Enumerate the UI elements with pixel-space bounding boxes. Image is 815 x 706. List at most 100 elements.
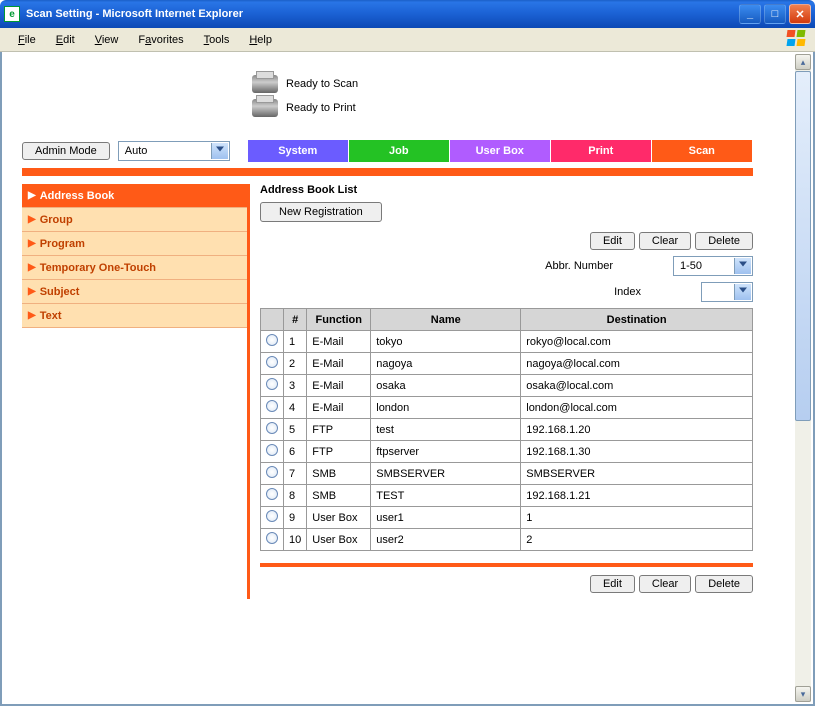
admin-mode-button[interactable]: Admin Mode: [22, 142, 110, 160]
cell-destination: 2: [521, 529, 753, 551]
device-status-block: Ready to Scan Ready to Print: [252, 72, 773, 120]
print-status-text: Ready to Print: [286, 102, 356, 114]
edit-button-bottom[interactable]: Edit: [590, 575, 635, 593]
menu-tools[interactable]: Tools: [194, 32, 240, 48]
nav-tab-job[interactable]: Job: [349, 140, 450, 162]
window-titlebar: e Scan Setting - Microsoft Internet Expl…: [0, 0, 815, 28]
cell-number: 5: [284, 419, 307, 441]
window-title: Scan Setting - Microsoft Internet Explor…: [26, 8, 739, 20]
row-radio[interactable]: [266, 444, 278, 456]
window-maximize-button[interactable]: □: [764, 4, 786, 24]
cell-destination: 192.168.1.21: [521, 485, 753, 507]
cell-number: 6: [284, 441, 307, 463]
cell-select: [261, 485, 284, 507]
cell-select: [261, 463, 284, 485]
clear-button-bottom[interactable]: Clear: [639, 575, 691, 593]
triangle-icon: ▶: [28, 190, 36, 201]
row-radio[interactable]: [266, 532, 278, 544]
sidebar-item-label: Group: [40, 214, 73, 226]
row-radio[interactable]: [266, 466, 278, 478]
sidebar-item-address-book[interactable]: ▶Address Book: [22, 184, 247, 208]
table-row: 8SMBTEST192.168.1.21: [261, 485, 753, 507]
menu-edit[interactable]: Edit: [46, 32, 85, 48]
nav-tab-scan[interactable]: Scan: [652, 140, 753, 162]
menu-edit-label: dit: [63, 34, 75, 46]
cell-number: 10: [284, 529, 307, 551]
triangle-icon: ▶: [28, 286, 36, 297]
windows-logo-icon: [787, 30, 807, 48]
cell-destination: london@local.com: [521, 397, 753, 419]
separator-bar: [22, 168, 753, 176]
cell-select: [261, 529, 284, 551]
sidebar-item-subject[interactable]: ▶Subject: [22, 280, 247, 304]
row-radio[interactable]: [266, 422, 278, 434]
clear-button-top[interactable]: Clear: [639, 232, 691, 250]
col-select: [261, 309, 284, 331]
sidebar-item-label: Text: [40, 310, 62, 322]
row-radio[interactable]: [266, 488, 278, 500]
row-radio[interactable]: [266, 378, 278, 390]
cell-select: [261, 397, 284, 419]
separator-bar: [260, 563, 753, 567]
window-minimize-button[interactable]: _: [739, 4, 761, 24]
triangle-icon: ▶: [28, 238, 36, 249]
cell-function: E-Mail: [307, 353, 371, 375]
nav-tab-user-box[interactable]: User Box: [450, 140, 551, 162]
cell-function: FTP: [307, 441, 371, 463]
menu-tools-label: ools: [209, 34, 229, 46]
cell-destination: SMBSERVER: [521, 463, 753, 485]
row-radio[interactable]: [266, 510, 278, 522]
menu-help[interactable]: Help: [239, 32, 282, 48]
table-row: 9User Boxuser11: [261, 507, 753, 529]
table-row: 10User Boxuser22: [261, 529, 753, 551]
delete-button-top[interactable]: Delete: [695, 232, 753, 250]
menu-file-label: ile: [25, 34, 36, 46]
abbr-number-select[interactable]: 1-50: [673, 256, 753, 276]
cell-select: [261, 441, 284, 463]
delete-button-bottom[interactable]: Delete: [695, 575, 753, 593]
scroll-thumb[interactable]: [795, 71, 811, 421]
edit-button-top[interactable]: Edit: [590, 232, 635, 250]
chevron-down-icon: [739, 262, 747, 271]
menu-view-label: iew: [102, 34, 119, 46]
scan-status-text: Ready to Scan: [286, 78, 358, 90]
menu-view[interactable]: View: [85, 32, 129, 48]
row-radio[interactable]: [266, 334, 278, 346]
scroll-down-button[interactable]: ▾: [795, 686, 811, 702]
index-label: Index: [614, 286, 641, 298]
cell-select: [261, 331, 284, 353]
table-row: 1E-Mailtokyorokyo@local.com: [261, 331, 753, 353]
index-select[interactable]: [701, 282, 753, 302]
menu-file[interactable]: File: [8, 32, 46, 48]
cell-name: london: [371, 397, 521, 419]
sidebar-item-group[interactable]: ▶Group: [22, 208, 247, 232]
nav-tabs: SystemJobUser BoxPrintScan: [248, 140, 773, 162]
cell-function: FTP: [307, 419, 371, 441]
vertical-scrollbar[interactable]: ▴ ▾: [795, 54, 811, 702]
nav-tab-print[interactable]: Print: [551, 140, 652, 162]
scanner-icon: [252, 75, 278, 93]
cell-destination: 1: [521, 507, 753, 529]
sidebar-item-temporary-one-touch[interactable]: ▶Temporary One-Touch: [22, 256, 247, 280]
cell-number: 9: [284, 507, 307, 529]
window-close-button[interactable]: ✕: [789, 4, 811, 24]
cell-function: E-Mail: [307, 375, 371, 397]
main-panel: Address Book List New Registration Edit …: [260, 184, 753, 599]
new-registration-button[interactable]: New Registration: [260, 202, 382, 222]
cell-function: User Box: [307, 507, 371, 529]
row-radio[interactable]: [266, 356, 278, 368]
menu-favorites[interactable]: Favorites: [128, 32, 193, 48]
sidebar-item-program[interactable]: ▶ Program: [22, 232, 247, 256]
cell-destination: rokyo@local.com: [521, 331, 753, 353]
menu-help-label: elp: [257, 34, 272, 46]
nav-tab-system[interactable]: System: [248, 140, 349, 162]
cell-name: osaka: [371, 375, 521, 397]
sidebar-item-label: Program: [40, 238, 85, 250]
row-radio[interactable]: [266, 400, 278, 412]
mode-select[interactable]: Auto: [118, 141, 230, 161]
scroll-up-button[interactable]: ▴: [795, 54, 811, 70]
sidebar-item-label: Temporary One-Touch: [40, 262, 156, 274]
cell-number: 4: [284, 397, 307, 419]
cell-destination: 192.168.1.30: [521, 441, 753, 463]
sidebar-item-text[interactable]: ▶Text: [22, 304, 247, 328]
